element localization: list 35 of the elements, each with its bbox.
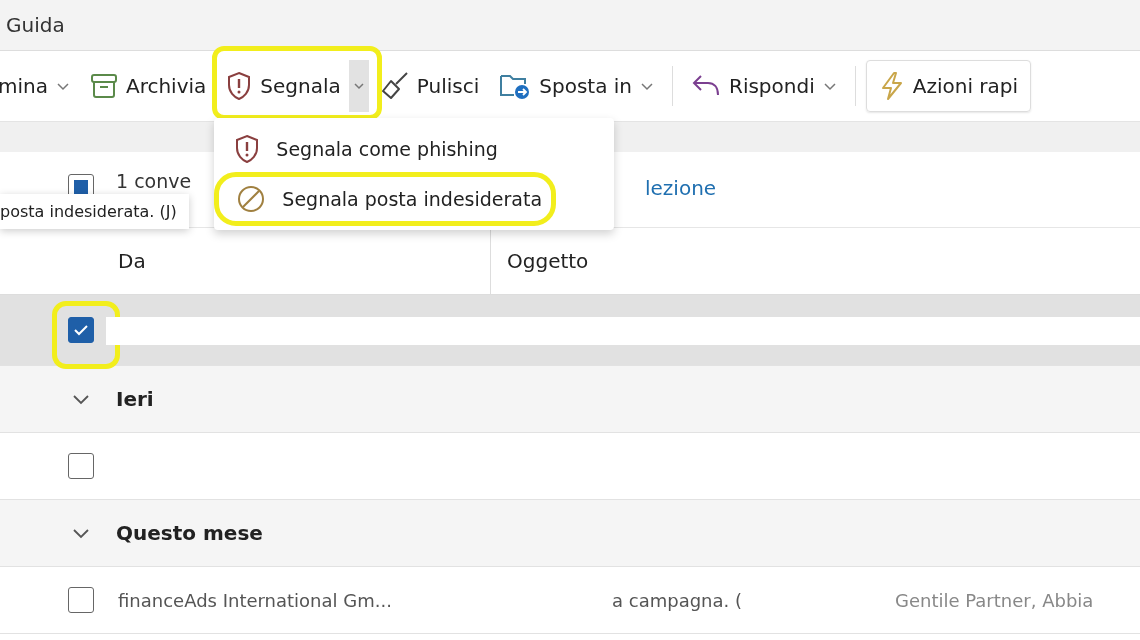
menu-label[interactable]: Guida <box>6 13 65 37</box>
table-cell: a campagna. ( <box>612 589 742 611</box>
column-header[interactable]: Oggetto <box>490 228 589 294</box>
column-header[interactable]: Da <box>118 249 146 273</box>
clear-selection-link[interactable]: lezione <box>645 176 717 200</box>
message-row[interactable]: financeAds International Gm... a campagna. ( Gentile Partner, Abbia <box>0 567 1140 634</box>
checkbox[interactable] <box>68 587 94 613</box>
chevron-down-icon <box>352 80 365 91</box>
check-icon <box>72 323 90 337</box>
table-cell: financeAds International Gm... <box>118 589 392 611</box>
group-header[interactable]: Ieri <box>0 366 1140 433</box>
block-icon <box>236 184 267 214</box>
group-header[interactable]: Questo mese <box>0 500 1140 567</box>
toolbar-button[interactable]: mina <box>0 68 78 104</box>
shield-icon <box>234 134 261 164</box>
toolbar-button[interactable]: Segnala <box>218 65 349 107</box>
toolbar-button[interactable]: Pulisci <box>372 65 488 107</box>
dropdown-toggle[interactable] <box>348 60 369 112</box>
archive-icon <box>90 73 118 99</box>
toolbar-button[interactable]: Archivia <box>82 67 215 105</box>
chevron-down-icon <box>56 81 70 91</box>
checkbox[interactable] <box>68 317 94 343</box>
checkbox[interactable] <box>68 453 94 479</box>
shield-icon <box>226 71 253 101</box>
chevron-down-icon <box>640 81 654 91</box>
table-cell: Gentile Partner, Abbia <box>895 589 1094 611</box>
selection-summary: 1 conve <box>116 170 192 192</box>
tooltip: posta indesiderata. (J) <box>0 194 189 229</box>
chevron-down-icon <box>822 81 837 91</box>
toolbar-button[interactable]: Sposta in <box>491 65 662 107</box>
broom-icon <box>380 71 409 101</box>
quick-actions-button[interactable]: Azioni rapi <box>865 60 1032 112</box>
toolbar-button[interactable]: Rispondi <box>683 67 845 105</box>
menu-item[interactable]: Segnala posta indesiderata <box>216 174 555 224</box>
menu-item[interactable]: Segnala come phishing <box>214 124 615 174</box>
